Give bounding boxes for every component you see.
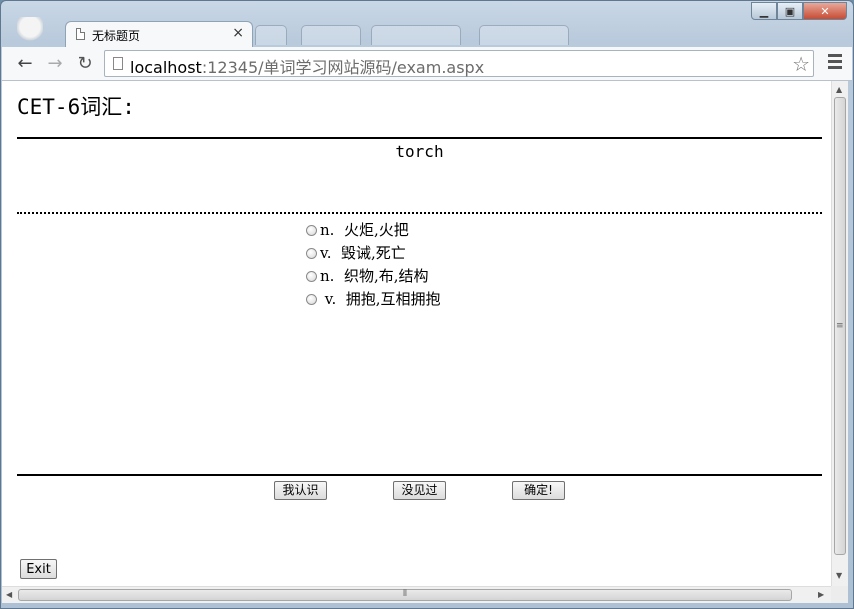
confirm-button[interactable]: 确定! <box>512 481 565 500</box>
background-tab[interactable] <box>301 25 361 45</box>
radio-button[interactable] <box>306 224 317 236</box>
scrollbar-corner <box>831 586 848 603</box>
close-window-icon[interactable]: ✕ <box>803 2 847 20</box>
answer-option[interactable]: n. 火炬,火把 <box>306 218 441 241</box>
answer-option[interactable]: n. 织物,布,结构 <box>306 264 441 287</box>
exit-button[interactable]: Exit <box>20 559 57 579</box>
bookmark-star-icon[interactable]: ☆ <box>792 52 810 76</box>
grip-icon: ⦀ <box>403 589 407 599</box>
maximize-icon[interactable]: ▣ <box>777 2 803 20</box>
radio-button[interactable] <box>306 293 317 305</box>
new-tab-button[interactable] <box>255 25 287 45</box>
page-icon <box>113 57 123 70</box>
reload-icon[interactable]: ↻ <box>74 53 96 75</box>
address-bar[interactable]: localhost:12345/单词学习网站源码/exam.aspx ☆ <box>104 50 814 77</box>
back-arrow-icon[interactable]: ← <box>14 53 36 75</box>
forward-arrow-icon[interactable]: → <box>44 53 66 75</box>
answer-options: n. 火炬,火把 v. 毁诫,死亡 n. 织物,布,结构 v. 拥抱,互相拥抱 <box>306 218 441 310</box>
divider-dotted <box>17 212 822 214</box>
tab-close-icon[interactable]: × <box>232 25 244 41</box>
scroll-left-icon[interactable]: ◀ <box>6 590 12 599</box>
tab-active[interactable]: 无标题页 × <box>65 21 253 47</box>
vertical-scrollbar[interactable]: ▲ ≡ ▼ <box>831 81 848 586</box>
never-seen-button[interactable]: 没见过 <box>393 481 446 500</box>
answer-option[interactable]: v. 拥抱,互相拥抱 <box>306 287 441 310</box>
tab-title: 无标题页 <box>92 29 141 43</box>
url-text: localhost:12345/单词学习网站源码/exam.aspx <box>130 54 484 78</box>
page-icon <box>76 28 85 40</box>
page-title: CET-6词汇: <box>17 95 135 119</box>
minimize-icon[interactable]: ▁ <box>751 2 777 20</box>
horizontal-scrollbar[interactable]: ◀ ⦀ ▶ <box>2 586 831 603</box>
divider-bottom <box>17 474 822 476</box>
background-tab[interactable] <box>479 25 569 45</box>
grip-icon: ≡ <box>836 321 844 331</box>
know-button[interactable]: 我认识 <box>274 481 327 500</box>
divider-top <box>17 137 822 139</box>
background-tab[interactable] <box>371 25 461 45</box>
radio-button[interactable] <box>306 270 317 282</box>
scroll-down-icon[interactable]: ▼ <box>836 571 842 580</box>
browser-window: 无标题页 × ▁ ▣ ✕ ← → ↻ localhost:12345/单词学习网… <box>0 0 854 609</box>
scroll-up-icon[interactable]: ▲ <box>836 85 842 94</box>
page-content: CET-6词汇: torch n. 火炬,火把 v. 毁诫,死亡 n. 织物,布… <box>2 81 831 586</box>
option-label: v. 毁诫,死亡 <box>320 244 406 262</box>
option-label: v. 拥抱,互相拥抱 <box>320 290 441 308</box>
url-host: localhost <box>130 58 202 77</box>
vocabulary-word: torch <box>395 142 444 161</box>
title-bar: 无标题页 × ▁ ▣ ✕ <box>1 1 853 47</box>
scroll-right-icon[interactable]: ▶ <box>818 590 824 599</box>
option-label: n. 火炬,火把 <box>320 221 409 239</box>
option-label: n. 织物,布,结构 <box>320 267 429 285</box>
browser-toolbar: ← → ↻ localhost:12345/单词学习网站源码/exam.aspx… <box>2 47 852 81</box>
menu-icon[interactable] <box>828 54 842 72</box>
answer-option[interactable]: v. 毁诫,死亡 <box>306 241 441 264</box>
url-path: :12345/单词学习网站源码/exam.aspx <box>201 58 485 77</box>
user-avatar-icon[interactable] <box>17 17 43 45</box>
radio-button[interactable] <box>306 247 317 259</box>
window-controls: ▁ ▣ ✕ <box>751 2 847 20</box>
